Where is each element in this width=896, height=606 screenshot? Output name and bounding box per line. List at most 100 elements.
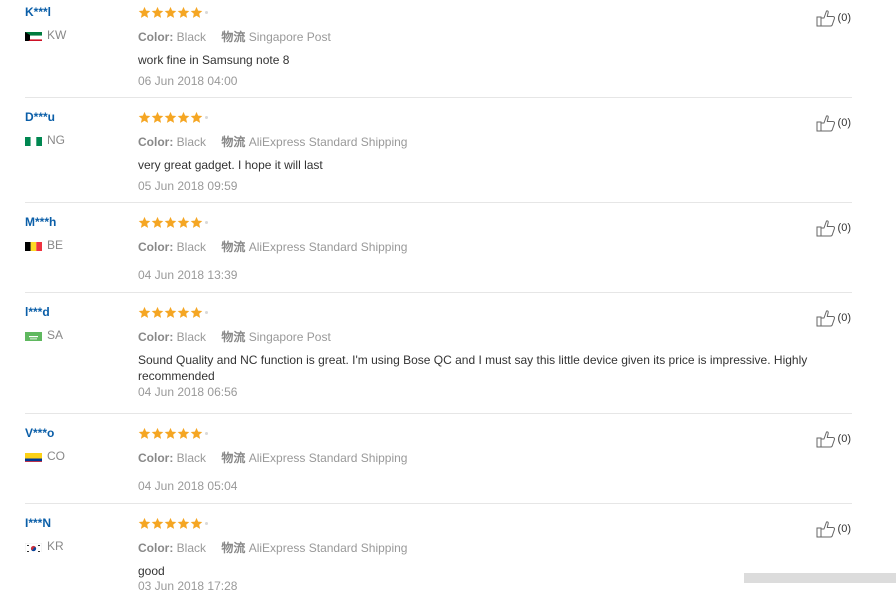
review-item: l***d SA Color: Black 物流 Singapore Post … xyxy=(25,305,852,414)
star-icon xyxy=(190,306,203,319)
shipping-label: 物流 xyxy=(221,135,246,149)
country-code: KR xyxy=(47,539,64,553)
reviewer-country: KW xyxy=(25,29,66,41)
order-info: Color: Black 物流 AliExpress Standard Ship… xyxy=(138,135,407,149)
color-label: Color: xyxy=(138,330,174,344)
star-icon xyxy=(138,517,151,530)
country-code: KW xyxy=(47,28,67,42)
star-rating xyxy=(138,111,208,124)
star-rating xyxy=(138,216,208,229)
color-value: Black xyxy=(176,330,207,344)
thumbs-up-icon xyxy=(816,309,836,327)
rating-dot xyxy=(205,311,208,314)
star-icon xyxy=(138,216,151,229)
reviewer-name[interactable]: K***l xyxy=(25,5,135,19)
reviewer-country: BE xyxy=(25,239,63,251)
reviewer-info: M***h BE xyxy=(25,215,135,251)
rating-dot xyxy=(205,116,208,119)
review-item: D***u NG Color: Black 物流 AliExpress Stan… xyxy=(25,110,852,203)
helpful-button[interactable]: (0) xyxy=(816,114,851,132)
star-icon xyxy=(138,427,151,440)
review-date: 04 Jun 2018 13:39 xyxy=(138,268,238,282)
shipping-label: 物流 xyxy=(221,451,246,465)
helpful-count: (0) xyxy=(837,12,851,24)
star-icon xyxy=(177,6,190,19)
shipping-value: AliExpress Standard Shipping xyxy=(248,541,408,555)
thumbs-up-icon xyxy=(816,219,836,237)
country-code: CO xyxy=(47,449,65,463)
review-item: M***h BE Color: Black 物流 AliExpress Stan… xyxy=(25,215,852,293)
review-date: 03 Jun 2018 17:28 xyxy=(138,579,238,593)
review-item: V***o CO Color: Black 物流 AliExpress Stan… xyxy=(25,426,852,504)
reviewer-name[interactable]: V***o xyxy=(25,426,135,440)
shipping-label: 物流 xyxy=(221,330,246,344)
helpful-button[interactable]: (0) xyxy=(816,430,851,448)
reviewer-info: V***o CO xyxy=(25,426,135,462)
review-text: work fine in Samsung note 8 xyxy=(138,53,290,67)
star-icon xyxy=(151,306,164,319)
thumbs-up-icon xyxy=(816,430,836,448)
flag-kw-icon xyxy=(25,30,42,41)
shipping-value: AliExpress Standard Shipping xyxy=(248,240,408,254)
color-label: Color: xyxy=(138,30,174,44)
order-info: Color: Black 物流 Singapore Post xyxy=(138,330,331,344)
star-icon xyxy=(138,6,151,19)
star-rating xyxy=(138,306,208,319)
helpful-button[interactable]: (0) xyxy=(816,9,851,27)
review-text: very great gadget. I hope it will last xyxy=(138,158,323,172)
reviewer-info: K***l KW xyxy=(25,5,135,41)
star-icon xyxy=(151,427,164,440)
star-icon xyxy=(164,111,177,124)
thumbs-up-icon xyxy=(816,9,836,27)
reviewer-info: l***d SA xyxy=(25,305,135,341)
color-label: Color: xyxy=(138,240,174,254)
reviewer-name[interactable]: l***d xyxy=(25,305,135,319)
review-date: 04 Jun 2018 05:04 xyxy=(138,479,238,493)
rating-dot xyxy=(205,522,208,525)
star-icon xyxy=(164,427,177,440)
reviewer-info: I***N KR xyxy=(25,516,135,552)
star-icon xyxy=(177,111,190,124)
star-rating xyxy=(138,517,208,530)
reviewer-country: NG xyxy=(25,134,65,146)
star-rating xyxy=(138,6,208,19)
helpful-button[interactable]: (0) xyxy=(816,520,851,538)
rating-dot xyxy=(205,432,208,435)
reviewer-name[interactable]: I***N xyxy=(25,516,135,530)
order-info: Color: Black 物流 AliExpress Standard Ship… xyxy=(138,541,407,555)
helpful-button[interactable]: (0) xyxy=(816,219,851,237)
horizontal-scrollbar[interactable] xyxy=(744,573,896,583)
review-date: 06 Jun 2018 04:00 xyxy=(138,74,238,88)
shipping-value: Singapore Post xyxy=(248,30,331,44)
review-text: Sound Quality and NC function is great. … xyxy=(138,353,808,383)
helpful-count: (0) xyxy=(837,523,851,535)
helpful-count: (0) xyxy=(837,433,851,445)
star-icon xyxy=(177,517,190,530)
star-icon xyxy=(151,517,164,530)
order-info: Color: Black 物流 Singapore Post xyxy=(138,30,331,44)
shipping-value: AliExpress Standard Shipping xyxy=(248,451,408,465)
star-rating xyxy=(138,427,208,440)
reviewer-info: D***u NG xyxy=(25,110,135,146)
helpful-button[interactable]: (0) xyxy=(816,309,851,327)
helpful-count: (0) xyxy=(837,222,851,234)
shipping-value: AliExpress Standard Shipping xyxy=(248,135,408,149)
reviewer-name[interactable]: M***h xyxy=(25,215,135,229)
rating-dot xyxy=(205,11,208,14)
review-item: K***l KW Color: Black 物流 Singapore Post … xyxy=(25,5,852,98)
star-icon xyxy=(177,427,190,440)
review-text: good xyxy=(138,564,165,578)
reviewer-country: SA xyxy=(25,329,63,341)
star-icon xyxy=(151,216,164,229)
country-code: BE xyxy=(47,238,64,252)
star-icon xyxy=(190,517,203,530)
thumbs-up-icon xyxy=(816,114,836,132)
star-icon xyxy=(190,427,203,440)
flag-be-icon xyxy=(25,240,42,251)
reviewer-name[interactable]: D***u xyxy=(25,110,135,124)
star-icon xyxy=(164,216,177,229)
star-icon xyxy=(151,111,164,124)
color-value: Black xyxy=(176,135,207,149)
review-date: 04 Jun 2018 06:56 xyxy=(138,385,238,399)
country-code: NG xyxy=(47,133,65,147)
